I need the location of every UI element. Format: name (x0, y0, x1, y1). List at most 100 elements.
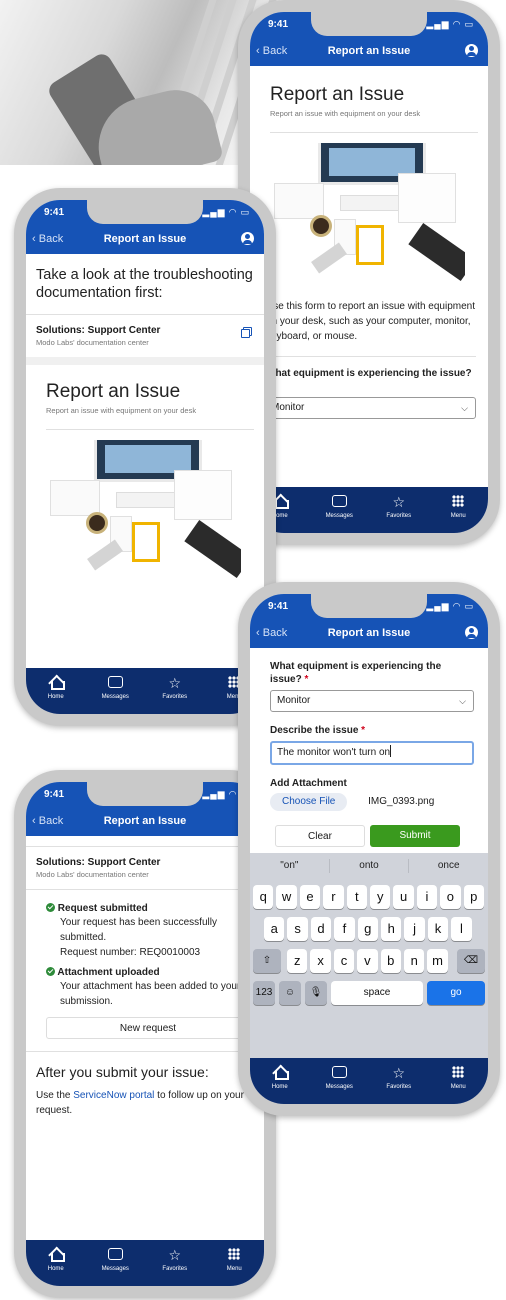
microphone-key-icon[interactable]: 🎙 (305, 981, 327, 1005)
user-icon[interactable] (241, 232, 254, 245)
phone-report-form: 9:41 ▂▄▆ ◠ ▭ ‹ Back Report an Issue Repo… (238, 0, 500, 545)
tab-home[interactable]: Home (26, 1240, 86, 1286)
describe-input[interactable]: The monitor won't turn on (270, 741, 474, 765)
key-z[interactable]: z (287, 949, 308, 973)
key-j[interactable]: j (404, 917, 425, 941)
key-x[interactable]: x (310, 949, 331, 973)
form-intro: Use this form to report an issue with eq… (266, 301, 475, 342)
phone-notch (311, 12, 427, 36)
key-l[interactable]: l (451, 917, 472, 941)
tab-favorites[interactable]: ☆ Favorites (369, 1058, 429, 1104)
screen-content: Report an Issue Report an issue with equ… (250, 66, 488, 487)
key-s[interactable]: s (287, 917, 308, 941)
keyboard-row-3: ⇧ ⌫ zxcvbnm (250, 949, 488, 973)
desk-photo (270, 143, 465, 289)
tab-bar: Home Messages ☆ Favorites Menu (26, 668, 264, 714)
home-icon (49, 1247, 65, 1262)
solutions-link[interactable]: Solutions: Support Center Modo Labs' doc… (26, 847, 264, 889)
backspace-key-icon[interactable]: ⌫ (457, 949, 485, 973)
submit-button[interactable]: Submit (370, 825, 460, 847)
key-i[interactable]: i (416, 885, 438, 909)
numbers-key[interactable]: 123 (253, 981, 275, 1005)
nav-bar: ‹ Back Report an Issue (250, 624, 488, 644)
solutions-title: Solutions: Support Center (36, 325, 161, 336)
suggestion-item[interactable]: onto (328, 859, 410, 873)
tab-home[interactable]: Home (250, 1058, 310, 1104)
key-d[interactable]: d (310, 917, 332, 941)
key-v[interactable]: v (357, 949, 378, 973)
report-subtitle: Report an issue with equipment on your d… (270, 109, 421, 118)
key-b[interactable]: b (380, 949, 401, 973)
suggestion-item[interactable]: "on" (250, 853, 329, 879)
key-u[interactable]: u (393, 885, 414, 909)
equipment-select[interactable]: Monitor ⌵ (270, 690, 474, 712)
key-o[interactable]: o (440, 885, 461, 909)
tab-messages[interactable]: Messages (310, 487, 370, 533)
key-w[interactable]: w (276, 885, 297, 909)
key-f[interactable]: f (334, 917, 355, 941)
key-t[interactable]: t (346, 885, 367, 909)
chevron-down-icon: ⌵ (459, 696, 466, 706)
equipment-question: What equipment is experiencing the issue… (270, 661, 442, 685)
phone-notch (311, 594, 427, 618)
after-submit-text: Use the ServiceNow portal to follow up o… (36, 1090, 244, 1116)
key-c[interactable]: c (333, 949, 355, 973)
go-key[interactable]: go (427, 981, 485, 1005)
key-m[interactable]: m (427, 949, 448, 973)
menu-icon (452, 495, 465, 507)
key-p[interactable]: p (463, 885, 484, 909)
status-time: 9:41 (268, 601, 289, 612)
solutions-link[interactable]: Solutions: Support Center Modo Labs' doc… (26, 315, 264, 357)
phone-screen: 9:41 ▂▄▆ ◠ ▭ ‹ Back Report an Issue What… (250, 594, 488, 1104)
tab-messages[interactable]: Messages (86, 1240, 146, 1286)
equipment-select[interactable]: Monitor ⌵ (264, 397, 476, 419)
key-e[interactable]: e (299, 885, 321, 909)
tab-menu[interactable]: Menu (429, 487, 489, 533)
shift-key-icon[interactable]: ⇧ (253, 949, 281, 973)
emoji-key-icon[interactable]: ☺ (279, 981, 301, 1005)
status-time: 9:41 (268, 19, 289, 30)
messages-icon (331, 1066, 347, 1078)
nav-title: Report an Issue (327, 45, 411, 57)
keyboard-row-2: asdfghjkl (250, 917, 488, 941)
tab-messages[interactable]: Messages (86, 668, 146, 714)
tab-messages[interactable]: Messages (310, 1058, 370, 1104)
attachment-uploaded-text: Your attachment has been added to your s… (60, 981, 241, 1007)
home-icon (49, 675, 65, 690)
favorites-icon: ☆ (168, 675, 182, 691)
tab-favorites[interactable]: ☆ Favorites (145, 668, 205, 714)
attachment-uploaded-title: Attachment uploaded (46, 966, 250, 979)
servicenow-portal-link[interactable]: ServiceNow portal (73, 1090, 154, 1101)
tab-favorites[interactable]: ☆ Favorites (145, 1240, 205, 1286)
choose-file-button[interactable]: Choose File (270, 793, 348, 811)
signal-wifi-battery-icon: ▂▄▆ ◠ ▭ (426, 601, 474, 611)
key-y[interactable]: y (370, 885, 391, 909)
request-number: Request number: REQ0010003 (60, 947, 201, 958)
clear-button[interactable]: Clear (275, 825, 365, 847)
space-key[interactable]: space (331, 981, 423, 1005)
tab-home[interactable]: Home (26, 668, 86, 714)
tab-menu[interactable]: Menu (429, 1058, 489, 1104)
user-icon[interactable] (465, 44, 478, 57)
check-circle-icon (46, 967, 55, 976)
request-submitted-text: Your request has been successfully submi… (60, 917, 217, 943)
tab-favorites[interactable]: ☆ Favorites (369, 487, 429, 533)
nav-title: Report an Issue (327, 627, 411, 639)
key-h[interactable]: h (381, 917, 402, 941)
user-icon[interactable] (465, 626, 478, 639)
tab-menu[interactable]: Menu (205, 1240, 265, 1286)
favorites-icon: ☆ (392, 494, 406, 510)
key-n[interactable]: n (404, 949, 425, 973)
text-cursor (390, 745, 392, 757)
report-title: Report an Issue (270, 84, 405, 105)
new-request-button[interactable]: New request (46, 1017, 250, 1039)
key-k[interactable]: k (427, 917, 449, 941)
suggestion-item[interactable]: once (409, 853, 488, 879)
key-r[interactable]: r (323, 885, 344, 909)
equipment-question: What equipment is experiencing the issue… (266, 368, 472, 392)
menu-icon (228, 1248, 241, 1260)
key-q[interactable]: q (253, 885, 274, 909)
key-a[interactable]: a (264, 917, 285, 941)
key-g[interactable]: g (357, 917, 378, 941)
nav-bar: ‹ Back Report an Issue (26, 230, 264, 250)
